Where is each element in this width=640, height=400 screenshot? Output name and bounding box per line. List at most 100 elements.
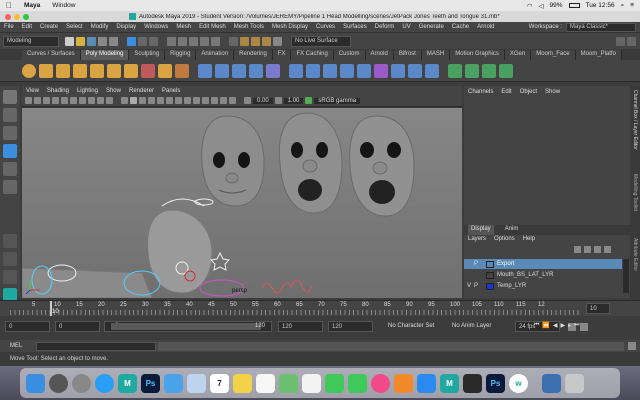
- bridge-icon[interactable]: [306, 63, 320, 78]
- new-scene-icon[interactable]: [65, 36, 74, 46]
- layer-name[interactable]: Temp_LYR: [497, 283, 526, 289]
- poly-cylinder-icon[interactable]: [56, 63, 70, 78]
- reminders-icon[interactable]: [256, 373, 275, 393]
- panel-menu-panels[interactable]: Panels: [158, 88, 184, 94]
- ibooks-icon[interactable]: [394, 373, 413, 393]
- panel-menu-view[interactable]: View: [22, 88, 43, 94]
- channel-menu-show[interactable]: Show: [545, 89, 560, 95]
- menu-edit[interactable]: Edit: [18, 24, 36, 30]
- poly-cone-icon[interactable]: [73, 63, 87, 78]
- preferences-icon[interactable]: [580, 323, 588, 331]
- photoshop-2-icon[interactable]: Ps: [486, 373, 505, 393]
- trash-icon[interactable]: [565, 373, 584, 393]
- close-window-button[interactable]: [5, 13, 11, 20]
- finder-icon[interactable]: [26, 373, 45, 393]
- mail-icon[interactable]: [164, 373, 183, 393]
- shelf-tab-mash[interactable]: MASH: [421, 50, 451, 60]
- snap-view-icon[interactable]: [200, 36, 209, 46]
- tab-attribute-editor[interactable]: Attribute Editor: [632, 238, 638, 296]
- range-slider-bar[interactable]: [111, 323, 261, 330]
- head-model-1[interactable]: [201, 115, 265, 207]
- ipr-render-icon[interactable]: [251, 36, 260, 46]
- shelf-tab-fx[interactable]: FX: [272, 50, 292, 60]
- menu-list-icon[interactable]: ≡: [630, 2, 634, 9]
- layer-menu-options[interactable]: Options: [494, 236, 515, 246]
- wifi-icon[interactable]: ◠: [527, 2, 533, 10]
- shelf-tab-rigging[interactable]: Rigging: [165, 50, 197, 60]
- anti-alias-icon[interactable]: [193, 97, 200, 104]
- depth-of-field-icon[interactable]: [202, 97, 209, 104]
- panel-menu-lighting[interactable]: Lighting: [73, 88, 102, 94]
- go-to-end-icon[interactable]: ⏭: [574, 322, 579, 329]
- minimize-window-button[interactable]: [14, 13, 20, 20]
- menu-mesh-display[interactable]: Mesh Display: [268, 24, 312, 30]
- smooth-shade-icon[interactable]: [130, 97, 137, 104]
- menu-file[interactable]: File: [0, 24, 18, 30]
- menu-display[interactable]: Display: [112, 24, 140, 30]
- open-scene-icon[interactable]: [76, 36, 85, 46]
- layer-row[interactable]: Mouth_BS_LAT_LYR: [464, 270, 622, 280]
- launchpad-icon[interactable]: [49, 373, 68, 393]
- exposure-value[interactable]: 0.00: [253, 97, 273, 104]
- cut-uv-icon[interactable]: [499, 63, 513, 78]
- merge-icon[interactable]: [357, 63, 371, 78]
- menu-select[interactable]: Select: [62, 24, 87, 30]
- scale-tool-icon[interactable]: [3, 180, 17, 194]
- history-icon[interactable]: [229, 36, 238, 46]
- gamma-value[interactable]: 1.00: [283, 97, 304, 104]
- poly-disc-icon[interactable]: [124, 63, 138, 78]
- photoshop-icon[interactable]: Ps: [141, 373, 160, 393]
- menu-arnold[interactable]: Arnold: [473, 24, 498, 30]
- workspace-select[interactable]: Maya Classic*: [566, 22, 636, 32]
- rotate-tool-icon[interactable]: [3, 162, 17, 176]
- color-management-icon[interactable]: [305, 97, 313, 104]
- poly-plane-icon[interactable]: [107, 63, 121, 78]
- app-menu[interactable]: Maya: [18, 2, 46, 9]
- window-menu[interactable]: Window: [46, 2, 81, 9]
- current-frame-field[interactable]: 10: [586, 303, 610, 314]
- time-slider[interactable]: 5 10 15 20 25 30 35 40 45 50 55 60 65 70…: [0, 300, 640, 316]
- tab-channel-box[interactable]: Channel Box / Layer Editor: [632, 90, 638, 170]
- motion-blur-icon[interactable]: [184, 97, 191, 104]
- shelf-tab-sculpting[interactable]: Sculpting: [129, 50, 166, 60]
- volume-icon[interactable]: ◁: [539, 2, 544, 10]
- channel-menu-object[interactable]: Object: [520, 89, 537, 95]
- film-gate-icon[interactable]: [61, 97, 68, 104]
- poly-torus-icon[interactable]: [90, 63, 104, 78]
- messages-icon[interactable]: [325, 373, 344, 393]
- panel-menu-show[interactable]: Show: [102, 88, 125, 94]
- menuset-select[interactable]: Modeling: [3, 35, 59, 47]
- step-forward-frame-icon[interactable]: ▸: [568, 322, 571, 329]
- photos-icon[interactable]: [302, 373, 321, 393]
- make-live-icon[interactable]: [211, 36, 220, 46]
- snap-curve-icon[interactable]: [178, 36, 187, 46]
- menu-windows[interactable]: Windows: [140, 24, 172, 30]
- step-back-frame-icon[interactable]: ◀: [553, 322, 558, 329]
- clock[interactable]: Tue 12:56: [586, 2, 615, 9]
- shelf-tab-motion-graphics[interactable]: Motion Graphics: [450, 50, 505, 60]
- maya-icon[interactable]: M: [118, 373, 137, 393]
- target-weld-icon[interactable]: [391, 63, 405, 78]
- shelf-tab-xgen[interactable]: XGen: [504, 50, 532, 60]
- playback-end-field[interactable]: 120: [278, 321, 323, 332]
- shelf-tab-poly-modeling[interactable]: Poly Modeling: [80, 50, 130, 60]
- select-component-icon[interactable]: [149, 36, 158, 46]
- move-layer-up-icon[interactable]: [574, 246, 581, 253]
- symmetry-icon[interactable]: [616, 36, 625, 46]
- field-chart-icon[interactable]: [88, 97, 95, 104]
- layer-menu-layers[interactable]: Layers: [468, 236, 486, 246]
- mirror-icon[interactable]: [266, 63, 280, 78]
- layer-color-swatch[interactable]: [486, 260, 494, 268]
- webex-icon[interactable]: w: [509, 373, 528, 393]
- select-object-icon[interactable]: [138, 36, 147, 46]
- exposure-icon[interactable]: [244, 97, 251, 104]
- menu-generate[interactable]: Generate: [415, 24, 448, 30]
- select-hierarchy-icon[interactable]: [127, 36, 136, 46]
- combine-icon[interactable]: [198, 63, 212, 78]
- shadows-icon[interactable]: [166, 97, 173, 104]
- login-icon[interactable]: [627, 36, 636, 46]
- layer-playback[interactable]: P: [474, 283, 486, 289]
- mel-input[interactable]: [36, 341, 156, 351]
- layer-scrollbar[interactable]: [623, 259, 629, 293]
- lasso-tool-icon[interactable]: [3, 108, 17, 122]
